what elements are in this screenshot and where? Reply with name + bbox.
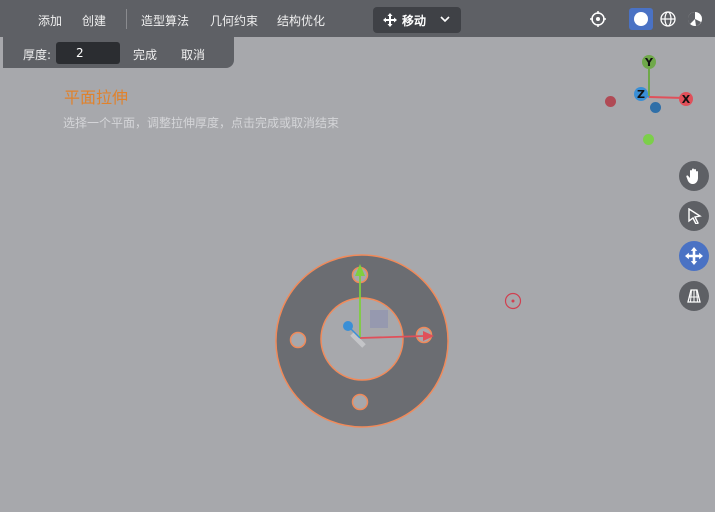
gizmo-z-axis[interactable]: Z	[634, 87, 648, 101]
move-tool-button[interactable]	[679, 241, 709, 271]
plane-handle[interactable]	[370, 310, 388, 328]
select-tool-button[interactable]	[679, 201, 709, 231]
gizmo-x-axis[interactable]: X	[679, 92, 693, 106]
perspective-tool-button[interactable]	[679, 281, 709, 311]
gizmo-neg-y-axis[interactable]	[643, 134, 654, 145]
bolt-hole-left	[289, 331, 307, 349]
orientation-gizmo[interactable]: Y X Z	[600, 50, 710, 150]
gizmo-neg-x-axis[interactable]	[605, 96, 616, 107]
bolt-hole-bottom	[351, 393, 369, 411]
flange-part[interactable]	[275, 254, 449, 428]
gizmo-neg-z-axis[interactable]	[650, 102, 661, 113]
hand-icon	[686, 168, 698, 184]
gizmo-y-axis[interactable]: Y	[642, 55, 656, 69]
pan-tool-button[interactable]	[679, 161, 709, 191]
move-icon	[685, 247, 703, 265]
perspective-icon	[687, 289, 701, 303]
select-arrow-icon	[688, 208, 702, 224]
